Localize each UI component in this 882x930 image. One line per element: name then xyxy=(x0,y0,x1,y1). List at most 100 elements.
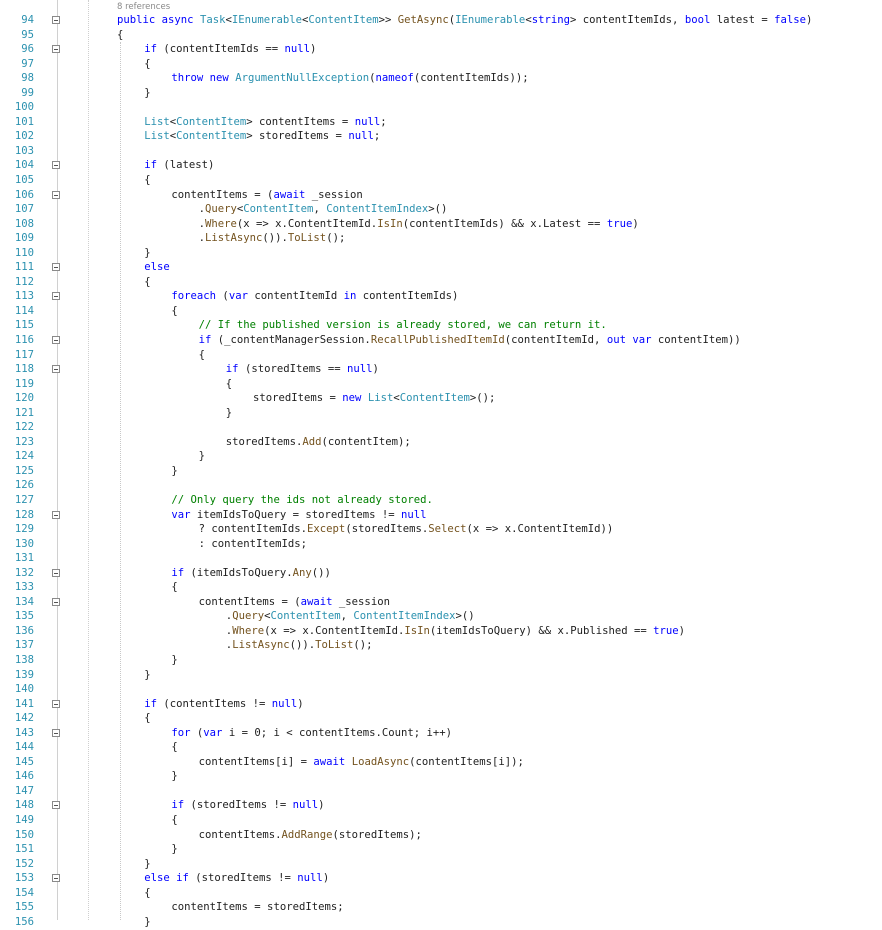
collapse-toggle-icon[interactable] xyxy=(52,728,60,737)
line-number: 120 xyxy=(14,392,34,405)
line-number: 124 xyxy=(14,450,34,463)
code-text[interactable]: { xyxy=(144,173,150,188)
code-text[interactable]: List<ContentItem> storedItems = null; xyxy=(144,129,380,144)
code-text[interactable]: contentItems[i] = await LoadAsync(conten… xyxy=(199,755,524,770)
code-text[interactable]: { xyxy=(199,348,205,363)
code-text[interactable]: } xyxy=(144,246,150,261)
collapse-toggle-icon[interactable] xyxy=(52,292,60,301)
code-text[interactable]: .Where(x => x.ContentItemId.IsIn(itemIds… xyxy=(226,624,685,639)
line-number: 133 xyxy=(14,581,34,594)
code-text[interactable]: .Query<ContentItem, ContentItemIndex>() xyxy=(199,202,448,217)
code-text[interactable]: } xyxy=(144,915,150,930)
collapse-toggle-icon[interactable] xyxy=(52,335,60,344)
code-text[interactable]: } xyxy=(226,406,232,421)
code-token: IsIn xyxy=(404,624,430,637)
code-token: ? contentItemIds. xyxy=(198,523,308,536)
code-text[interactable]: if (storedItems != null) xyxy=(171,798,324,813)
code-text[interactable]: if (_contentManagerSession.RecallPublish… xyxy=(199,333,741,348)
code-text[interactable]: for (var i = 0; i < contentItems.Count; … xyxy=(171,726,452,741)
code-text[interactable]: List<ContentItem> contentItems = null; xyxy=(144,115,386,130)
code-text[interactable]: // If the published version is already s… xyxy=(199,318,607,333)
code-token: _session xyxy=(332,595,390,608)
collapse-toggle-icon[interactable] xyxy=(52,510,60,519)
code-text[interactable]: else if (storedItems != null) xyxy=(144,871,329,886)
code-token: string xyxy=(531,14,570,26)
code-text[interactable]: var itemIdsToQuery = storedItems != null xyxy=(171,508,426,523)
code-token: ( xyxy=(190,726,204,739)
code-text[interactable]: foreach (var contentItemId in contentIte… xyxy=(171,289,458,304)
code-text[interactable]: contentItems = (await _session xyxy=(171,188,362,203)
code-token: } xyxy=(225,406,233,419)
code-token: storedItems. xyxy=(225,435,303,448)
code-text[interactable]: if (latest) xyxy=(144,158,214,173)
code-text[interactable]: if (contentItems != null) xyxy=(144,697,303,712)
collapse-toggle-icon[interactable] xyxy=(52,874,60,883)
collapse-toggle-icon[interactable] xyxy=(52,597,60,606)
code-text[interactable]: } xyxy=(199,449,205,464)
code-line: 151} xyxy=(0,842,882,857)
code-text[interactable]: } xyxy=(144,668,150,683)
code-line: 153 else if (storedItems != null) xyxy=(0,871,882,886)
line-number: 101 xyxy=(14,115,34,128)
code-token: public xyxy=(117,14,156,26)
code-text[interactable]: contentItems = (await _session xyxy=(199,595,390,610)
code-text[interactable]: .ListAsync()).ToList(); xyxy=(199,231,346,246)
code-text[interactable]: } xyxy=(144,857,150,872)
code-text[interactable]: { xyxy=(171,740,177,755)
code-text[interactable]: } xyxy=(144,86,150,101)
code-line: 101 List<ContentItem> contentItems = null… xyxy=(0,115,882,130)
code-text[interactable]: if (storedItems == null) xyxy=(226,362,379,377)
collapse-toggle-icon[interactable] xyxy=(52,801,60,810)
code-text[interactable]: { xyxy=(171,813,177,828)
code-text[interactable]: .Where(x => x.ContentItemId.IsIn(content… xyxy=(199,217,639,232)
line-number: 96 xyxy=(21,43,34,56)
collapse-toggle-icon[interactable] xyxy=(52,365,60,374)
code-text[interactable]: // Only query the ids not already stored… xyxy=(171,493,433,508)
code-text[interactable]: else xyxy=(144,260,170,275)
code-line: 152} xyxy=(0,857,882,872)
code-token: IEnumerable xyxy=(455,14,526,26)
code-text[interactable]: { xyxy=(144,275,150,290)
code-token: ContentItem xyxy=(308,14,379,26)
code-line: 120 storedItems = new List<ContentItem>()… xyxy=(0,391,882,406)
code-text[interactable]: } xyxy=(171,769,177,784)
code-text[interactable]: ? contentItemIds.Except(storedItems.Sele… xyxy=(199,522,614,537)
collapse-toggle-icon[interactable] xyxy=(52,16,60,24)
codelens-references-link[interactable]: 8 references xyxy=(117,1,170,13)
code-text[interactable]: { xyxy=(117,28,123,43)
code-text[interactable]: { xyxy=(144,886,150,901)
code-text[interactable]: { xyxy=(171,580,177,595)
code-text[interactable]: if (itemIdsToQuery.Any()) xyxy=(171,566,330,581)
collapse-toggle-icon[interactable] xyxy=(52,699,60,708)
code-text[interactable]: contentItems.AddRange(storedItems); xyxy=(199,828,422,843)
collapse-toggle-icon[interactable] xyxy=(52,263,60,272)
code-text[interactable]: .ListAsync()).ToList(); xyxy=(226,638,373,653)
code-text[interactable]: .Query<ContentItem, ContentItemIndex>() xyxy=(226,609,475,624)
code-line: 124} xyxy=(0,449,882,464)
collapse-toggle-icon[interactable] xyxy=(52,568,60,577)
code-text[interactable]: storedItems.Add(contentItem); xyxy=(226,435,411,450)
code-text[interactable]: { xyxy=(171,304,177,319)
code-line: 131 xyxy=(0,551,882,566)
code-text[interactable]: public async Task<IEnumerable<ContentIte… xyxy=(117,13,812,28)
code-token: RecallPublishedItemId xyxy=(370,333,505,346)
code-text[interactable]: { xyxy=(144,57,150,72)
code-text[interactable]: { xyxy=(144,711,150,726)
code-text[interactable]: } xyxy=(171,842,177,857)
code-text[interactable]: { xyxy=(226,377,232,392)
collapse-toggle-icon[interactable] xyxy=(52,190,60,199)
collapse-toggle-icon[interactable] xyxy=(52,45,60,54)
code-text[interactable]: if (contentItemIds == null) xyxy=(144,42,316,57)
code-token: Except xyxy=(307,523,346,536)
code-text[interactable]: contentItems = storedItems; xyxy=(171,900,343,915)
code-text[interactable]: storedItems = new List<ContentItem>(); xyxy=(253,391,495,406)
code-text[interactable]: throw new ArgumentNullException(nameof(c… xyxy=(171,71,528,86)
code-text[interactable]: } xyxy=(171,464,177,479)
code-text[interactable]: } xyxy=(171,653,177,668)
code-text[interactable]: : contentItemIds; xyxy=(199,537,307,552)
code-token: ()). xyxy=(262,232,288,245)
collapse-toggle-icon[interactable] xyxy=(52,161,60,170)
code-editor[interactable]: 8 references 94 public async Task<IEnumer… xyxy=(0,0,882,928)
code-token: contentItem)) xyxy=(651,333,741,346)
code-line: 146} xyxy=(0,769,882,784)
